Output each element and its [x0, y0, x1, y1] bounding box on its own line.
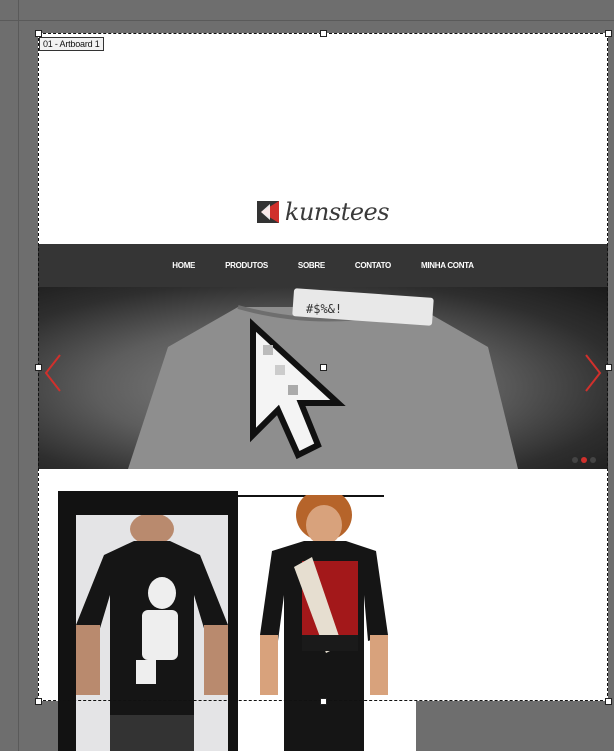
logo-text: kunstees: [284, 198, 390, 226]
resize-handle-top-left[interactable]: [35, 30, 42, 37]
resize-handle-top-right[interactable]: [605, 30, 612, 37]
resize-handle-center[interactable]: [320, 364, 327, 371]
kunstees-logo-icon: [256, 201, 279, 223]
resize-handle-bottom-center[interactable]: [320, 698, 327, 705]
nav-home[interactable]: HOME: [172, 261, 195, 270]
resize-handle-bottom-right[interactable]: [605, 698, 612, 705]
nav-contato[interactable]: CONTATO: [355, 261, 391, 270]
resize-handle-middle-left[interactable]: [35, 364, 42, 371]
product-photo-walking-dead[interactable]: [238, 495, 416, 751]
svg-text:#$%&!: #$%&!: [306, 302, 342, 316]
hero-slider: #$%&!: [38, 287, 608, 469]
nav-produtos[interactable]: PRODUTOS: [225, 261, 268, 270]
walking-dead-tshirt-image: [238, 495, 388, 751]
stormtrooper-tshirt-image: [76, 515, 228, 751]
slider-dot-1[interactable]: [572, 457, 578, 463]
nav-minha-conta[interactable]: MINHA CONTA: [421, 261, 474, 270]
guide-top: [0, 20, 614, 21]
resize-handle-bottom-left[interactable]: [35, 698, 42, 705]
main-nav: HOME PRODUTOS SOBRE CONTATO MINHA CONTA: [38, 244, 608, 287]
site-logo[interactable]: kunstees: [38, 198, 608, 226]
resize-handle-top-center[interactable]: [320, 30, 327, 37]
slider-dots: [572, 457, 596, 463]
resize-handle-middle-right[interactable]: [605, 364, 612, 371]
product-photo-stormtrooper[interactable]: [76, 515, 228, 751]
guide-left: [18, 0, 19, 751]
hero-image: #$%&!: [128, 288, 518, 469]
slider-dot-3[interactable]: [590, 457, 596, 463]
hero-prev-arrow[interactable]: [42, 351, 64, 395]
artboard-label[interactable]: 01 - Artboard 1: [39, 37, 104, 51]
nav-sobre[interactable]: SOBRE: [298, 261, 325, 270]
slider-dot-2[interactable]: [581, 457, 587, 463]
hero-next-arrow[interactable]: [582, 351, 604, 395]
